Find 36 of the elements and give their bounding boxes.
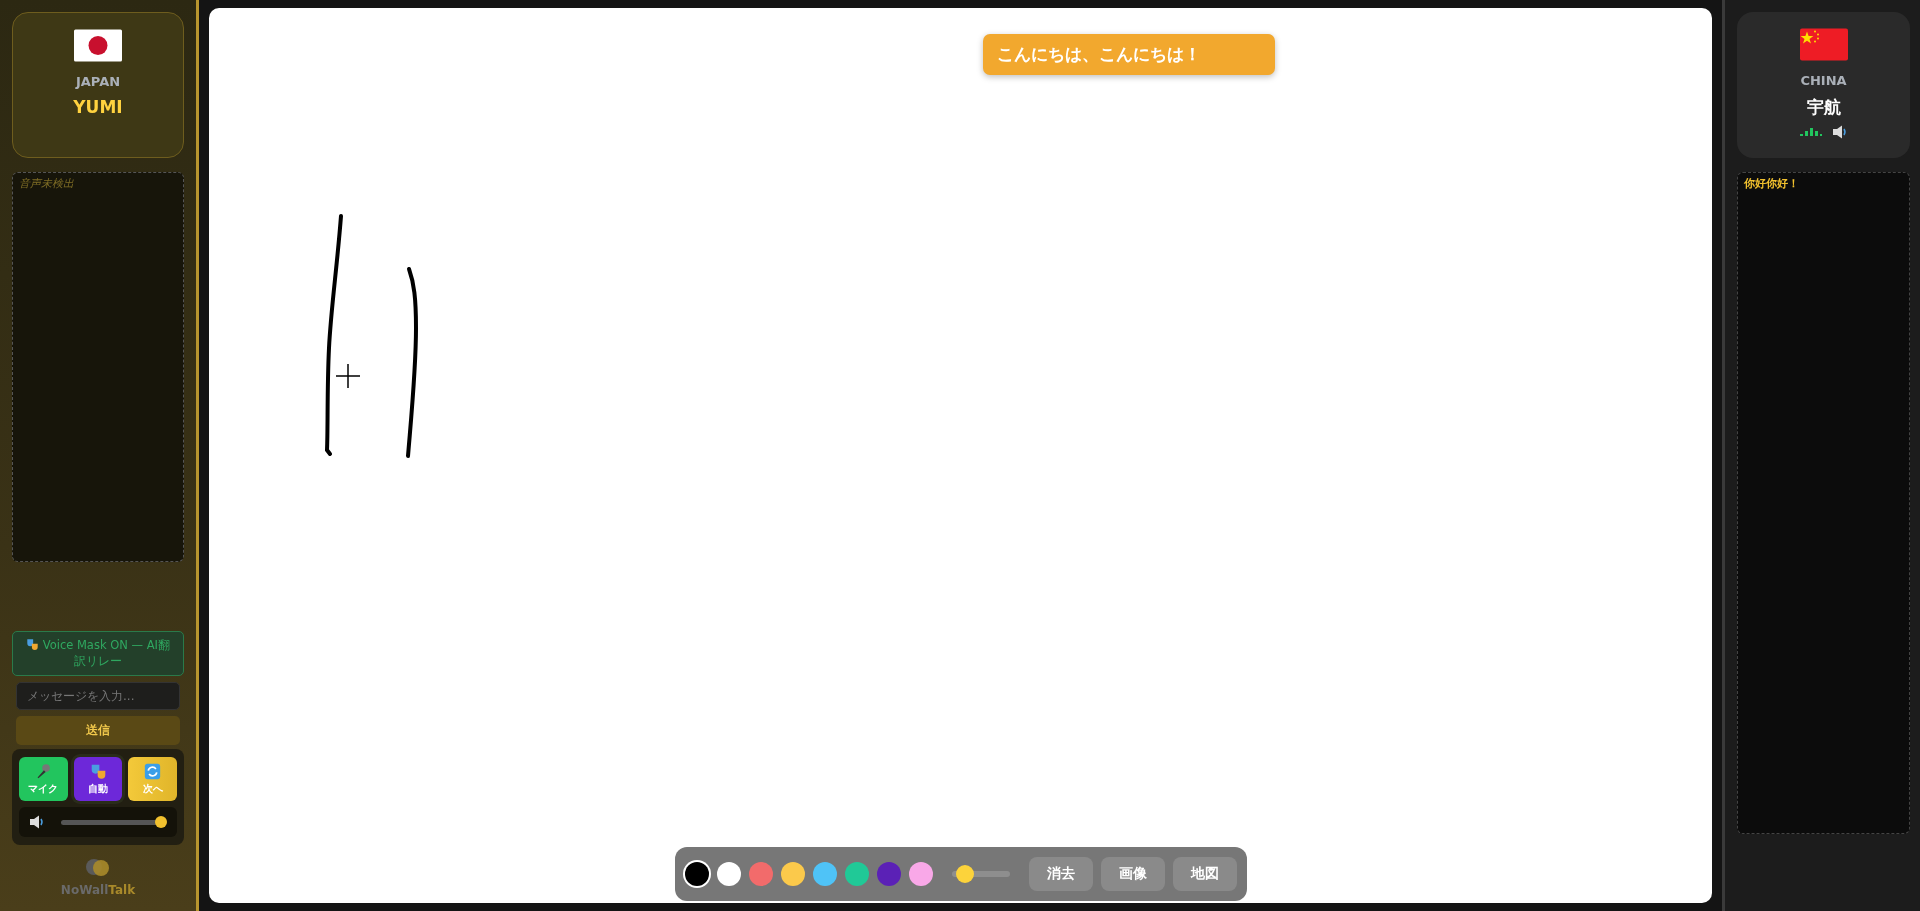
color-swatch[interactable] — [813, 862, 837, 886]
country-label: JAPAN — [75, 74, 121, 89]
color-swatch[interactable] — [749, 862, 773, 886]
refresh-icon — [144, 762, 162, 780]
color-swatch[interactable] — [909, 862, 933, 886]
country-label: CHINA — [1800, 73, 1847, 88]
audio-level-icon — [1799, 128, 1822, 136]
color-swatch[interactable] — [685, 862, 709, 886]
voice-mask-status: Voice Mask ON — AI翻訳リレー — [12, 630, 184, 676]
next-button[interactable]: 次へ — [128, 757, 177, 801]
color-swatch[interactable] — [877, 862, 901, 886]
message-input[interactable]: メッセージを入力... — [16, 682, 180, 710]
toolbar-button[interactable]: 消去 — [1029, 857, 1093, 891]
speaker-icon — [29, 815, 45, 829]
user-name: 宇航 — [1806, 96, 1841, 119]
toolbar-button[interactable]: 画像 — [1101, 857, 1165, 891]
mic-button[interactable]: マイク — [19, 757, 68, 801]
crosshair-cursor-icon — [335, 363, 361, 389]
color-swatch[interactable] — [717, 862, 741, 886]
logo-icon — [84, 857, 112, 877]
send-button[interactable]: 送信 — [16, 716, 180, 745]
user-name: YUMI — [73, 97, 123, 117]
color-swatch[interactable] — [781, 862, 805, 886]
drawing-canvas[interactable]: こんにちは、こんにちは！ 消去 画像 地図 — [209, 8, 1712, 903]
theater-masks-icon — [26, 637, 40, 651]
speaker-icon — [1831, 125, 1848, 139]
transcript-box: 音声未検出 — [12, 172, 184, 562]
brand-name: NoWallTalk — [60, 883, 136, 897]
theater-masks-icon — [89, 762, 107, 780]
transcript-box: 你好你好！ — [1737, 172, 1910, 834]
color-swatch[interactable] — [845, 862, 869, 886]
auto-button[interactable]: 自動 — [73, 757, 123, 801]
translation-toast: こんにちは、こんにちは！ — [983, 34, 1275, 75]
toolbar-button[interactable]: 地図 — [1173, 857, 1237, 891]
china-flag-icon — [1799, 28, 1848, 61]
japan-flag-icon — [74, 29, 122, 62]
